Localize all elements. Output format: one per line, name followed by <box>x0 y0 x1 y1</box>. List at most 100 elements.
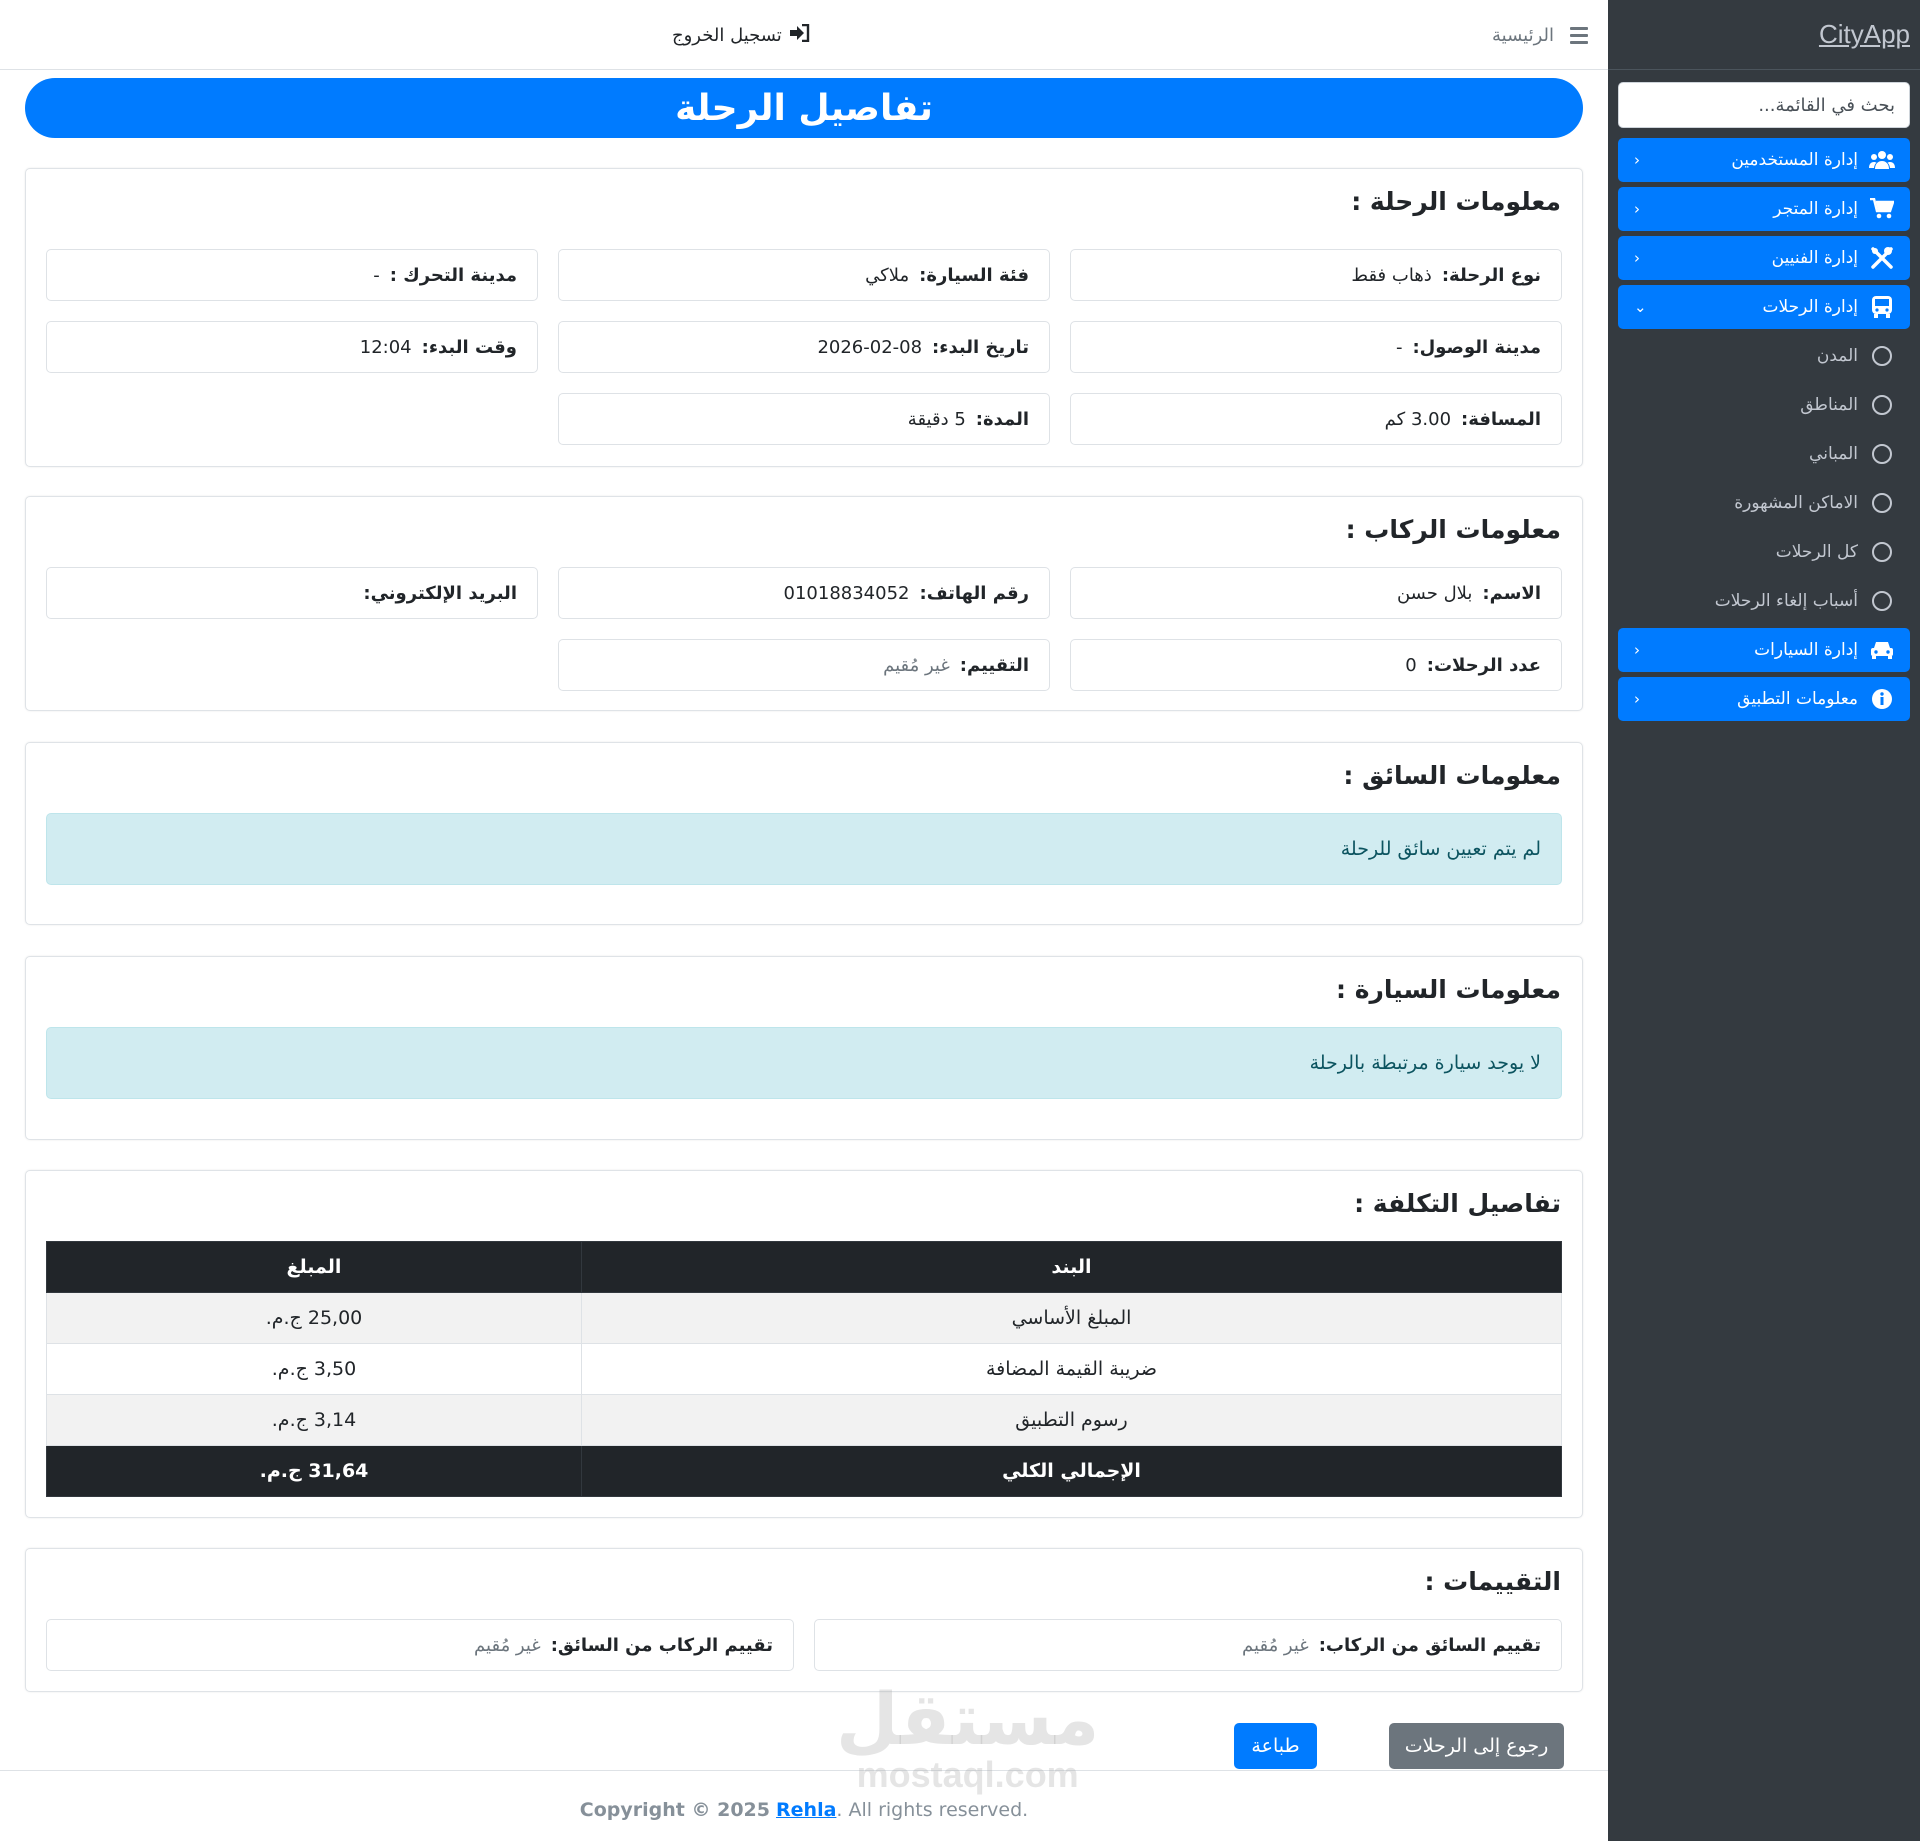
sidebar-item-users[interactable]: إدارة المستخدمين ‹ <box>1618 138 1910 182</box>
rider-info-heading: معلومات الركاب : <box>1345 515 1561 544</box>
field-label: وقت البدء: <box>421 336 517 358</box>
sidebar-item-store[interactable]: إدارة المتجر ‹ <box>1618 187 1910 231</box>
field-label: تقييم الركاب من السائق: <box>550 1634 773 1656</box>
rider-from-driver-rating-field: تقييم الركاب من السائق: غير مُقيم <box>46 1619 794 1671</box>
field-label: مدينة التحرك : <box>389 264 517 286</box>
duration-field: المدة: 5 دقيقة <box>558 393 1050 445</box>
circle-icon <box>1872 444 1892 464</box>
sidebar-item-label: إدارة المتجر <box>1773 199 1858 219</box>
field-label: فئة السيارة: <box>919 264 1029 286</box>
sidebar-subitem-regions[interactable]: المناطق <box>1618 383 1910 427</box>
chevron-left-icon: ‹ <box>1634 690 1640 708</box>
field-value: 5 دقيقة <box>907 408 966 430</box>
car-info-card: معلومات السيارة : لا يوجد سيارة مرتبطة ب… <box>25 956 1583 1140</box>
rights-text: . All rights reserved. <box>836 1799 1029 1821</box>
table-header-row: البند المبلغ <box>46 1241 1562 1293</box>
field-value: بلال حسن <box>1396 582 1473 604</box>
sidebar-item-label: إدارة المستخدمين <box>1731 150 1858 170</box>
trip-type-field: نوع الرحلة: ذهاب فقط <box>1070 249 1562 301</box>
chevron-left-icon: ‹ <box>1634 641 1640 659</box>
start-time-field: وقت البدء: 12:04 <box>46 321 538 373</box>
chevron-left-icon: ‹ <box>1634 151 1640 169</box>
sidebar-subitem-label: كل الرحلات <box>1775 542 1858 562</box>
departure-city-field: مدينة التحرك : - <box>46 249 538 301</box>
sidebar-item-label: إدارة السيارات <box>1754 640 1858 660</box>
sidebar-search-input[interactable] <box>1618 82 1910 128</box>
cost-amount-cell: 3,14 ج.م. <box>46 1394 582 1446</box>
table-total-row: الإجمالي الكلي 31,64 ج.م. <box>46 1445 1562 1497</box>
column-header-amount: المبلغ <box>46 1241 582 1293</box>
brand-footer-link[interactable]: Rehla <box>776 1799 836 1821</box>
brand: CityApp <box>1608 0 1920 70</box>
sidebar: CityApp إدارة المستخدمين ‹ إدارة المتجر … <box>1608 0 1920 1841</box>
tools-icon <box>1868 246 1896 270</box>
circle-icon <box>1872 493 1892 513</box>
logout-label: تسجيل الخروج <box>672 24 782 46</box>
sidebar-subitem-cancel-reasons[interactable]: أسباب إلغاء الرحلات <box>1618 579 1910 623</box>
rider-email-field: البريد الإلكتروني: <box>46 567 538 619</box>
field-value: - <box>1395 336 1403 358</box>
top-navbar: الرئيسية تسجيل الخروج <box>0 0 1608 70</box>
field-value: 3.00 كم <box>1384 408 1452 430</box>
cost-details-card: تفاصيل التكلفة : البند المبلغ المبلغ الأ… <box>25 1170 1583 1518</box>
cost-item-cell: المبلغ الأساسي <box>581 1292 1562 1344</box>
circle-icon <box>1872 542 1892 562</box>
chevron-left-icon: ‹ <box>1634 249 1640 267</box>
home-link[interactable]: الرئيسية <box>1492 25 1554 46</box>
hamburger-menu-icon[interactable] <box>1570 26 1588 44</box>
sidebar-item-cars[interactable]: إدارة السيارات ‹ <box>1618 628 1910 672</box>
field-value: غير مُقيم <box>883 654 950 676</box>
field-label: المسافة: <box>1461 408 1541 430</box>
back-to-trips-button[interactable]: رجوع إلى الرحلات <box>1389 1723 1564 1769</box>
car-category-field: فئة السيارة: ملاكي <box>558 249 1050 301</box>
total-label-cell: الإجمالي الكلي <box>581 1445 1562 1497</box>
top-home-group: الرئيسية <box>1492 0 1588 70</box>
field-label: عدد الرحلات: <box>1426 654 1541 676</box>
bus-icon <box>1868 295 1896 319</box>
field-label: رقم الهاتف: <box>919 582 1030 604</box>
brand-link[interactable]: CityApp <box>1819 19 1910 50</box>
users-icon <box>1868 150 1896 170</box>
circle-icon <box>1872 346 1892 366</box>
sidebar-subitem-label: المدن <box>1816 346 1858 366</box>
sidebar-subitem-buildings[interactable]: المباني <box>1618 432 1910 476</box>
sidebar-subitem-landmarks[interactable]: الاماكن المشهورة <box>1618 481 1910 525</box>
rider-rating-field: التقييم: غير مُقيم <box>558 639 1050 691</box>
sidebar-item-label: معلومات التطبيق <box>1737 689 1858 709</box>
car-info-heading: معلومات السيارة : <box>1336 975 1561 1004</box>
sidebar-subitem-label: المباني <box>1809 444 1858 464</box>
cost-table: البند المبلغ المبلغ الأساسي 25,00 ج.م. ض… <box>46 1241 1562 1497</box>
sidebar-subitem-all-trips[interactable]: كل الرحلات <box>1618 530 1910 574</box>
field-value: ذهاب فقط <box>1351 264 1432 286</box>
ratings-heading: التقييمات : <box>1424 1567 1561 1596</box>
driver-info-card: معلومات السائق : لم يتم تعيين سائق للرحل… <box>25 742 1583 925</box>
sidebar-item-technicians[interactable]: إدارة الفنيين ‹ <box>1618 236 1910 280</box>
sidebar-subitem-label: المناطق <box>1800 395 1858 415</box>
no-driver-alert: لم يتم تعيين سائق للرحلة <box>46 813 1562 885</box>
rider-name-field: الاسم: بلال حسن <box>1070 567 1562 619</box>
sidebar-nav: إدارة المستخدمين ‹ إدارة المتجر ‹ إدارة … <box>1608 138 1920 721</box>
info-icon <box>1868 688 1896 710</box>
copyright-text: Copyright © 2025 <box>579 1799 770 1821</box>
print-button[interactable]: طباعة <box>1234 1723 1317 1769</box>
trip-info-card: معلومات الرحلة : نوع الرحلة: ذهاب فقط فئ… <box>25 168 1583 467</box>
sidebar-item-trips[interactable]: إدارة الرحلات ⌄ <box>1618 285 1910 329</box>
rider-trips-count-field: عدد الرحلات: 0 <box>1070 639 1562 691</box>
field-label: تقييم السائق من الركاب: <box>1318 1634 1541 1656</box>
field-label: نوع الرحلة: <box>1441 264 1541 286</box>
sign-out-icon <box>789 23 810 47</box>
logout-link[interactable]: تسجيل الخروج <box>672 0 810 70</box>
car-icon <box>1868 640 1896 660</box>
sidebar-item-app-info[interactable]: معلومات التطبيق ‹ <box>1618 677 1910 721</box>
cost-amount-cell: 3,50 ج.م. <box>46 1343 582 1395</box>
field-label: التقييم: <box>959 654 1029 676</box>
field-value: غير مُقيم <box>1242 1634 1309 1656</box>
sidebar-subitem-cities[interactable]: المدن <box>1618 334 1910 378</box>
column-header-item: البند <box>581 1241 1562 1293</box>
field-label: مدينة الوصول: <box>1412 336 1541 358</box>
cost-details-heading: تفاصيل التكلفة : <box>1354 1189 1561 1218</box>
chevron-down-icon: ⌄ <box>1634 298 1647 316</box>
cost-item-cell: رسوم التطبيق <box>581 1394 1562 1446</box>
field-value: 0 <box>1405 654 1417 676</box>
rider-phone-field: رقم الهاتف: 01018834052 <box>558 567 1050 619</box>
